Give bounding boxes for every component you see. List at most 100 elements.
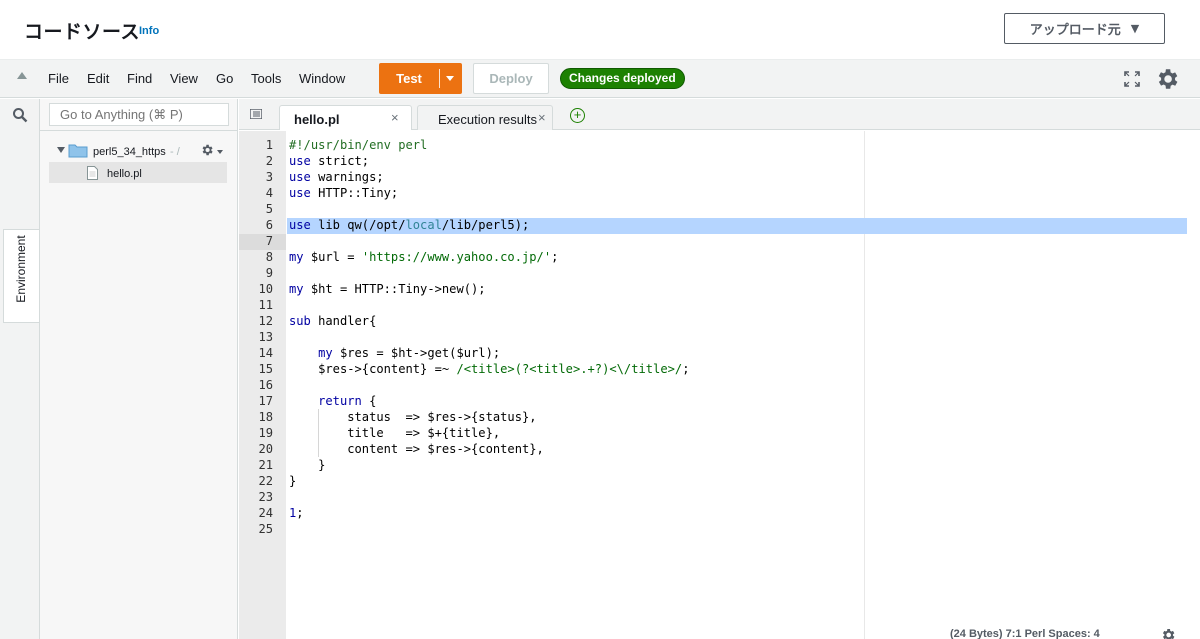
code-line[interactable]: 3 use warnings; bbox=[239, 169, 1200, 185]
tab-execution-results[interactable]: Execution results × bbox=[417, 105, 553, 130]
tab-label: hello.pl bbox=[294, 112, 340, 127]
code-line[interactable]: 15 $res->{content} =~ /<title>(?<title>.… bbox=[239, 361, 1200, 377]
code-text: use lib qw(/opt/local/lib/perl5); bbox=[289, 218, 530, 232]
status-badge: Changes deployed bbox=[560, 68, 685, 89]
tab-list-icon[interactable] bbox=[250, 109, 262, 119]
editor-settings-gear-icon[interactable] bbox=[1160, 627, 1176, 639]
code-line[interactable]: 6 use lib qw(/opt/local/lib/perl5); bbox=[239, 217, 1200, 233]
page-title: コードソース bbox=[24, 21, 141, 43]
line-number: 19 bbox=[258, 426, 273, 440]
code-line[interactable]: 18 status => $res->{status}, bbox=[239, 409, 1200, 425]
line-number: 16 bbox=[258, 378, 273, 392]
indent-guide bbox=[318, 441, 320, 457]
deploy-button[interactable]: Deploy bbox=[473, 63, 549, 94]
search-icon[interactable] bbox=[12, 107, 28, 123]
code-line[interactable]: 12 sub handler{ bbox=[239, 313, 1200, 329]
preferences-gear-icon[interactable] bbox=[1154, 66, 1180, 92]
code-text: $res->{content} =~ /<title>(?<title>.+?)… bbox=[289, 362, 690, 376]
tree-settings-caret-icon[interactable] bbox=[217, 150, 223, 154]
code-line[interactable]: 9 bbox=[239, 265, 1200, 281]
code-line[interactable]: 2 use strict; bbox=[239, 153, 1200, 169]
editor-tabbar: hello.pl × Execution results × + bbox=[239, 99, 1200, 130]
code-text: } bbox=[289, 474, 297, 488]
code-text: title => $+{title}, bbox=[289, 426, 501, 440]
line-number: 25 bbox=[258, 522, 273, 536]
code-lines[interactable]: 1 #!/usr/bin/env perl 2 use strict; 3 use war… bbox=[239, 137, 1200, 537]
code-line[interactable]: 25 bbox=[239, 521, 1200, 537]
line-number: 12 bbox=[258, 314, 273, 328]
collapse-menu-icon[interactable] bbox=[17, 72, 27, 79]
menu-tools[interactable]: Tools bbox=[251, 71, 281, 86]
test-split-divider bbox=[439, 69, 440, 88]
code-text: return { bbox=[318, 394, 377, 408]
close-icon[interactable]: × bbox=[391, 110, 399, 125]
code-line[interactable]: 23 bbox=[239, 489, 1200, 505]
menu-view[interactable]: View bbox=[170, 71, 198, 86]
code-line[interactable]: 8 my $url = 'https://www.yahoo.co.jp/'; bbox=[239, 249, 1200, 265]
menu-go[interactable]: Go bbox=[216, 71, 233, 86]
menu-window[interactable]: Window bbox=[299, 71, 345, 86]
code-line[interactable]: 17 return { bbox=[239, 393, 1200, 409]
indent-guide bbox=[318, 409, 320, 425]
upload-from-button[interactable]: アップロード元 ▼ bbox=[1004, 13, 1165, 44]
go-to-anything-input[interactable] bbox=[49, 103, 229, 126]
tree-settings-gear-icon[interactable] bbox=[200, 143, 214, 157]
code-text: my $ht = HTTP::Tiny->new(); bbox=[289, 282, 486, 296]
line-number: 21 bbox=[258, 458, 273, 472]
folder-expand-caret-icon[interactable] bbox=[57, 147, 65, 153]
code-line[interactable]: 22} bbox=[239, 473, 1200, 489]
code-text: } bbox=[289, 458, 326, 472]
test-dropdown-icon[interactable] bbox=[446, 76, 454, 81]
add-tab-icon[interactable]: + bbox=[570, 108, 585, 123]
code-line[interactable]: 11 bbox=[239, 297, 1200, 313]
code-text: use strict; bbox=[289, 154, 370, 168]
line-number: 22 bbox=[258, 474, 273, 488]
tab-label: Execution results bbox=[438, 112, 537, 127]
tab-hello-pl[interactable]: hello.pl × bbox=[279, 105, 412, 130]
line-number: 1 bbox=[265, 138, 273, 152]
file-name[interactable]: hello.pl bbox=[107, 168, 142, 180]
code-line[interactable]: 20 content => $res->{content}, bbox=[239, 441, 1200, 457]
line-number: 3 bbox=[265, 170, 273, 184]
indent-guide bbox=[318, 425, 320, 441]
menu-edit[interactable]: Edit bbox=[87, 71, 109, 86]
code-text: use HTTP::Tiny; bbox=[289, 186, 399, 200]
code-line[interactable]: 13 bbox=[239, 329, 1200, 345]
code-line[interactable]: 5 bbox=[239, 201, 1200, 217]
line-number: 4 bbox=[265, 186, 273, 200]
line-number: 6 bbox=[265, 218, 273, 232]
info-link[interactable]: Info bbox=[139, 25, 159, 37]
code-text: my $url = 'https://www.yahoo.co.jp/'; bbox=[289, 250, 559, 264]
menu-file[interactable]: File bbox=[48, 71, 69, 86]
code-line[interactable]: 1 #!/usr/bin/env perl bbox=[239, 137, 1200, 153]
code-line[interactable]: 14 my $res = $ht->get($url); bbox=[239, 345, 1200, 361]
line-number: 24 bbox=[258, 506, 273, 520]
code-line[interactable]: 21 } bbox=[239, 457, 1200, 473]
folder-icon bbox=[68, 144, 88, 158]
file-icon bbox=[87, 166, 98, 180]
line-number: 13 bbox=[258, 330, 273, 344]
folder-path: - / bbox=[170, 146, 180, 158]
line-number: 9 bbox=[265, 266, 273, 280]
menu-find[interactable]: Find bbox=[127, 71, 152, 86]
close-icon[interactable]: × bbox=[538, 110, 546, 125]
code-line[interactable]: 24 1; bbox=[239, 505, 1200, 521]
line-number: 11 bbox=[258, 298, 273, 312]
line-number: 17 bbox=[258, 394, 273, 408]
line-number: 8 bbox=[265, 250, 273, 264]
upload-from-label: アップロード元 bbox=[1029, 23, 1121, 38]
code-text: status => $res->{status}, bbox=[289, 410, 537, 424]
environment-tab[interactable]: Environment bbox=[3, 229, 39, 323]
test-button[interactable]: Test bbox=[379, 63, 462, 94]
folder-name[interactable]: perl5_34_https bbox=[93, 146, 166, 158]
fullscreen-icon[interactable] bbox=[1124, 71, 1140, 87]
code-line[interactable]: 10 my $ht = HTTP::Tiny->new(); bbox=[239, 281, 1200, 297]
page-header: コードソース Info アップロード元 ▼ bbox=[0, 0, 1200, 60]
line-number: 20 bbox=[258, 442, 273, 456]
code-line[interactable]: 16 bbox=[239, 377, 1200, 393]
environment-tab-label: Environment bbox=[14, 235, 28, 303]
code-line[interactable]: 4 use HTTP::Tiny; bbox=[239, 185, 1200, 201]
code-text: #!/usr/bin/env perl bbox=[289, 138, 428, 152]
code-line[interactable]: 7 bbox=[239, 233, 1200, 249]
code-line[interactable]: 19 title => $+{title}, bbox=[239, 425, 1200, 441]
